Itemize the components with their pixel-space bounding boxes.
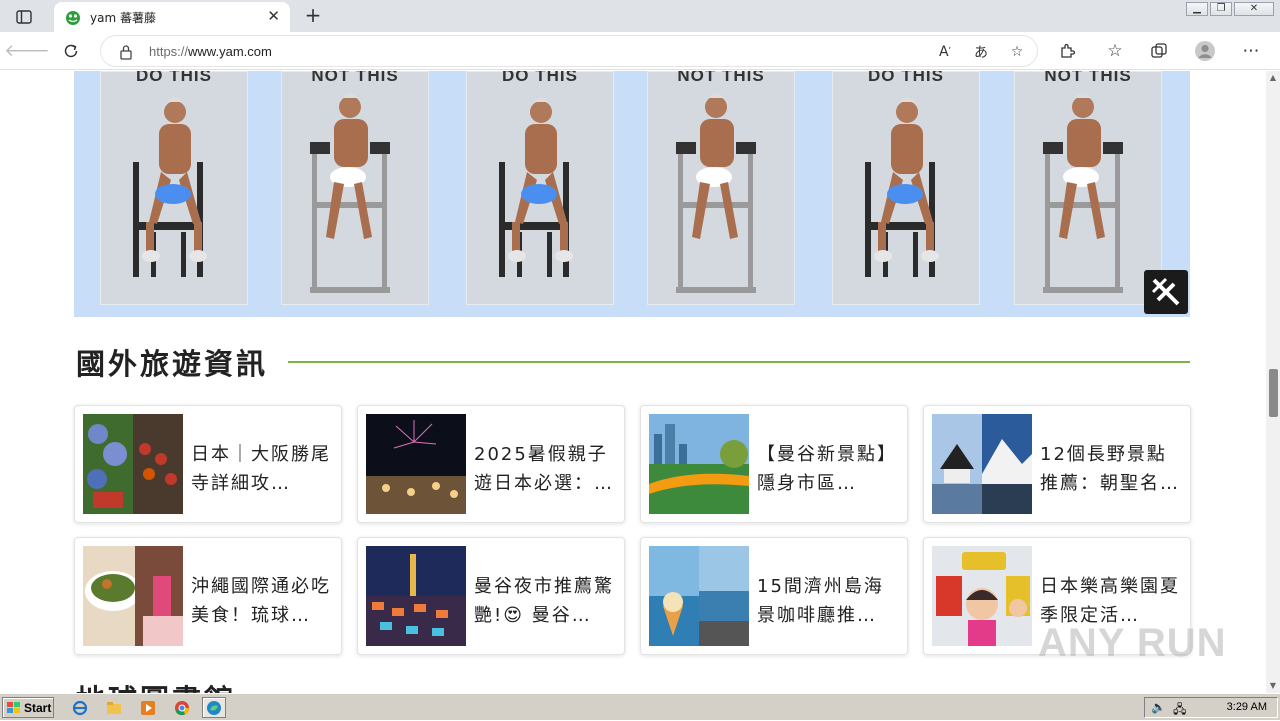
section-title: 國外旅遊資訊 [76, 347, 269, 381]
collections-icon[interactable] [1148, 40, 1170, 62]
article-thumbnail [932, 414, 1032, 514]
article-card[interactable]: 曼谷夜市推薦驚艷!😍 曼谷… [357, 537, 625, 655]
scroll-up-icon[interactable]: ▲ [1266, 71, 1280, 85]
ad-panel: DO THIS [466, 71, 614, 305]
address-bar[interactable]: https://www.yam.com Aʹ あ ☆ [100, 35, 1038, 67]
seated-man-illustration [865, 97, 939, 277]
article-title: 2025暑假親子遊日本必選：… [474, 444, 614, 494]
lock-icon[interactable] [119, 44, 133, 60]
article-card[interactable]: 15間濟州島海景咖啡廳推… [640, 537, 908, 655]
article-title: 【曼谷新景點】隱身市區… [757, 444, 897, 494]
article-card[interactable]: 沖繩國際通必吃美食！琉球… [74, 537, 342, 655]
next-section-title: 地球圖書館 [76, 677, 236, 693]
tab-title: yam 蕃薯藤 [90, 11, 156, 25]
clock[interactable]: 3:29 AM [1227, 701, 1267, 713]
ad-panel: NOT THIS [1014, 71, 1162, 305]
ad-choices-icon[interactable] [1144, 270, 1188, 314]
article-card[interactable]: 12個長野景點推薦：朝聖名… [923, 405, 1191, 523]
seated-man-illustration [499, 97, 573, 277]
ad-panel: DO THIS [100, 71, 248, 305]
windows-taskbar: Start 🔈 🖧 3:29 AM [0, 693, 1280, 720]
ad-panel: DO THIS [832, 71, 980, 305]
windows-logo-icon [7, 701, 20, 713]
article-title: 15間濟州島海景咖啡廳推… [757, 576, 884, 626]
article-thumbnail [83, 546, 183, 646]
article-card[interactable]: 日本｜大阪勝尾寺詳細攻… [74, 405, 342, 523]
ad-panel: NOT THIS [281, 71, 429, 305]
back-icon[interactable]: 🡐 [4, 40, 50, 62]
volume-icon[interactable]: 🔈 [1151, 700, 1166, 714]
ad-panel: NOT THIS [647, 71, 795, 305]
start-label: Start [24, 700, 52, 715]
explorer-icon[interactable] [102, 697, 126, 718]
page-viewport: DO THIS NOT THIS DO THIS NOT THIS DO THI… [0, 71, 1266, 693]
article-thumbnail [649, 414, 749, 514]
article-title: 曼谷夜市推薦驚艷!😍 曼谷… [474, 576, 614, 626]
article-thumbnail [932, 546, 1032, 646]
window-controls: ▁ ❐ ✕ [1186, 2, 1274, 16]
seated-man-illustration [133, 97, 207, 277]
seated-man-illustration [676, 93, 756, 293]
anyrun-watermark: ANY RUN [1038, 621, 1227, 665]
new-tab-button[interactable]: + [302, 4, 324, 26]
network-icon[interactable]: 🖧 [1173, 700, 1186, 721]
edge-icon[interactable] [202, 697, 226, 718]
url-text[interactable]: https://www.yam.com [149, 44, 272, 59]
article-thumbnail [83, 414, 183, 514]
favorites-icon[interactable]: ☆ [1104, 40, 1126, 62]
article-card[interactable]: 2025暑假親子遊日本必選：… [357, 405, 625, 523]
read-aloud-icon[interactable]: Aʹ [935, 42, 955, 62]
extensions-icon[interactable] [1056, 40, 1078, 62]
browser-tab[interactable]: yam 蕃薯藤 ✕ [54, 2, 290, 32]
article-title: 日本｜大阪勝尾寺詳細攻… [191, 444, 331, 494]
add-favorite-icon[interactable]: ☆ [1007, 42, 1027, 62]
close-window-button[interactable]: ✕ [1234, 2, 1274, 16]
ie-icon[interactable] [68, 697, 92, 718]
article-thumbnail [649, 546, 749, 646]
article-thumbnail [366, 546, 466, 646]
article-title: 12個長野景點推薦：朝聖名… [1040, 444, 1180, 494]
yam-favicon-icon [66, 11, 80, 25]
translate-icon[interactable]: あ [971, 42, 991, 62]
section-divider [288, 361, 1190, 363]
article-card[interactable]: 【曼谷新景點】隱身市區… [640, 405, 908, 523]
profile-avatar-icon[interactable] [1194, 40, 1216, 62]
article-title: 沖繩國際通必吃美食！琉球… [191, 576, 331, 626]
article-thumbnail [366, 414, 466, 514]
more-menu-icon[interactable]: ⋯ [1240, 40, 1262, 62]
tab-bar: yam 蕃薯藤 ✕ + ▁ ❐ ✕ [0, 0, 1280, 32]
browser-toolbar: 🡐 https://www.yam.com Aʹ あ ☆ ☆ ⋯ [0, 32, 1280, 70]
restore-button[interactable]: ❐ [1210, 2, 1232, 16]
refresh-icon[interactable] [60, 40, 82, 62]
advertisement-banner[interactable]: DO THIS NOT THIS DO THIS NOT THIS DO THI… [74, 71, 1190, 317]
minimize-button[interactable]: ▁ [1186, 2, 1208, 16]
system-tray: 🔈 🖧 3:29 AM [1144, 697, 1278, 718]
seated-man-illustration [310, 93, 390, 293]
scrollbar-thumb[interactable] [1269, 369, 1278, 417]
chrome-icon[interactable] [170, 697, 194, 718]
scroll-down-icon[interactable]: ▼ [1266, 679, 1280, 693]
tab-actions-icon[interactable] [8, 6, 40, 28]
seated-man-illustration [1043, 93, 1123, 293]
start-button[interactable]: Start [2, 697, 54, 718]
page-scrollbar[interactable]: ▲ ▼ [1266, 71, 1280, 693]
tab-close-icon[interactable]: ✕ [267, 7, 280, 25]
media-player-icon[interactable] [136, 697, 160, 718]
